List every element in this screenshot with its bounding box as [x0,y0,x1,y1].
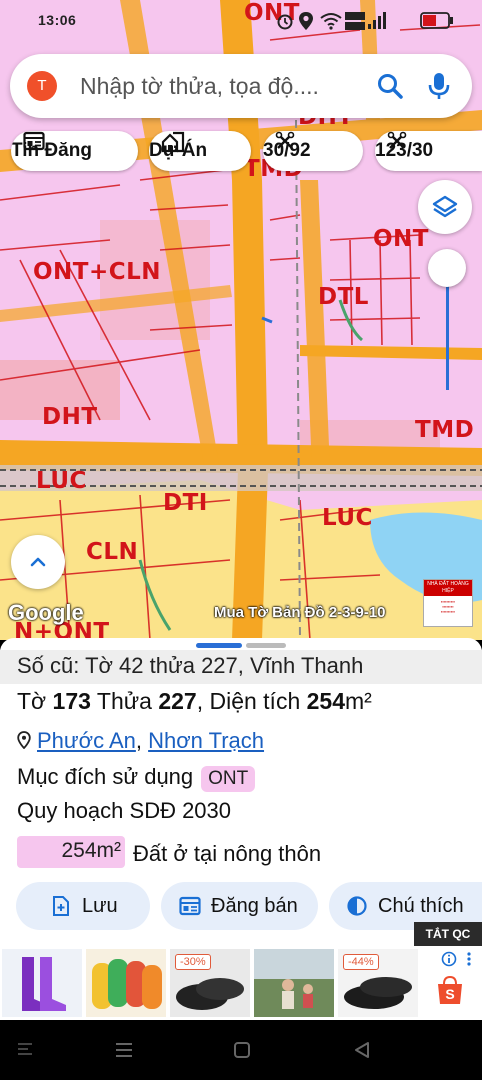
promo-sign-image[interactable]: NHÀ ĐẤT HOÀNG HIỆP ▪▪▪▪▪▪▪▪▪▪ ▪▪▪▪▪▪▪▪ ▪▪▪▪… [423,579,473,627]
zone-label: ONT+CLN [33,259,162,285]
post-label: Đăng bán [211,894,298,917]
status-time: 13:06 [38,12,77,28]
zone-label: LUC [322,505,373,531]
old-parcel-number-row: Số cũ: Tờ 42 thửa 227, Vĩnh Thanh [0,650,482,684]
microphone-icon[interactable] [424,71,454,101]
ward-link[interactable]: Phước An [37,728,136,753]
planning-label: Quy hoạch SDĐ 2030 [17,798,232,823]
family-photo-image [254,949,334,1017]
layers-icon [432,195,458,218]
map-overlay-note: Mua Tờ Bản Đồ 2-3-9-10 [214,604,386,621]
legend-label: Chú thích [378,894,464,917]
opacity-slider-handle[interactable] [428,249,466,287]
district-link[interactable]: Nhơn Trạch [148,728,264,753]
boots-image [22,957,66,1011]
sheet-handle-secondary [246,643,286,648]
save-label: Lưu [82,894,118,917]
volte-icon [345,12,365,30]
location-pin-icon [17,731,31,750]
close-ads-button[interactable]: TẮT QC [414,922,482,946]
map-view[interactable]: ONT DHT TMD ONT ONT+CLN DTL DHT TMD LUC … [0,0,482,640]
ad-item-slippers[interactable] [86,949,166,1017]
back-icon[interactable] [352,1040,372,1060]
lot-number: 227 [158,688,197,714]
zone-label: LUC [36,468,87,494]
slippers-image [92,959,162,1009]
signal-icon [368,12,386,29]
area-number: 254 [306,688,345,714]
status-bar: 13:06 [0,0,482,44]
discount-badge: -44% [343,954,379,970]
zone-label: TMD [415,417,475,443]
avatar[interactable]: T [27,71,57,101]
shopee-bag-icon: S [438,975,462,1004]
expand-sheet-button[interactable] [11,535,65,589]
building-icon [161,131,185,153]
ad-item-shopee[interactable]: S [424,949,482,1017]
zone-label: ONT [373,226,429,252]
news-icon [179,896,201,916]
zone-label: DTI [163,490,208,516]
keyboard-switch-icon[interactable] [16,1040,34,1058]
ad-item-clogs[interactable]: -30% [170,949,250,1017]
sheet-label: Tờ [17,688,47,714]
news-icon [23,131,45,151]
zone-label: CLN [86,539,139,565]
land-use-row: Mục đích sử dụng ONT [17,764,256,792]
area-label: , Diện tích [196,688,301,714]
google-logo: Google [8,600,84,625]
discount-badge: -30% [175,954,211,970]
zone-label: DHT [42,404,98,430]
scissors-icon [275,131,295,149]
parcel-info-sheet: Số cũ: Tờ 42 thửa 227, Vĩnh Thanh Tờ 173… [0,638,482,946]
contrast-icon [347,896,367,916]
location-separator: , [135,728,149,753]
recent-apps-icon[interactable] [114,1040,134,1060]
chevron-up-icon [30,557,46,567]
svg-text:S: S [445,986,454,1002]
ad-strip[interactable]: -30% -44% S [0,946,482,1020]
parcel-summary: Tờ 173 Thửa 227, Diện tích 254m² [17,688,372,715]
lot-label: Thửa [96,688,152,714]
add-file-icon [53,896,69,916]
sheet-number: 173 [52,688,91,714]
chip-tin-dang[interactable]: Tin Đăng [11,131,138,171]
land-use-label: Mục đích sử dụng [17,764,194,789]
home-icon[interactable] [232,1040,252,1060]
search-bar[interactable]: T Nhập tờ thửa, tọa độ.... [10,54,472,118]
post-for-sale-button[interactable]: Đăng bán [161,882,318,930]
ad-item-photo[interactable] [254,949,334,1017]
old-parcel-number: Số cũ: Tờ 42 thửa 227, Vĩnh Thanh [17,653,364,678]
ad-item-sandals[interactable]: -44% [338,949,418,1017]
search-icon[interactable] [375,71,405,101]
chip-123-30[interactable]: 123/30 [375,131,482,171]
area-unit: m² [345,688,372,714]
area-color-swatch: 254m² [17,836,125,868]
chip-30-92[interactable]: 30/92 [263,131,363,171]
zone-label: DTL [318,284,369,310]
wifi-icon [320,13,342,30]
sheet-handle[interactable] [196,643,242,648]
battery-icon [420,12,453,29]
save-button[interactable]: Lưu [16,882,150,930]
layers-button[interactable] [418,180,472,234]
more-options-icon[interactable] [464,951,474,967]
search-input[interactable]: Nhập tờ thửa, tọa độ.... [80,73,319,100]
alarm-icon [277,14,293,30]
ad-item-boots[interactable] [2,949,82,1017]
system-nav-bar [0,1020,482,1080]
chip-du-an[interactable]: Dự Án [149,131,251,171]
scissors-icon [387,131,407,149]
land-use-code-badge: ONT [201,766,256,792]
info-icon[interactable] [441,951,457,967]
location-row: Phước An, Nhơn Trạch [17,728,264,754]
area-value: 254m² [61,839,121,862]
area-description: Đất ở tại nông thôn [133,841,322,866]
location-icon [299,12,313,30]
